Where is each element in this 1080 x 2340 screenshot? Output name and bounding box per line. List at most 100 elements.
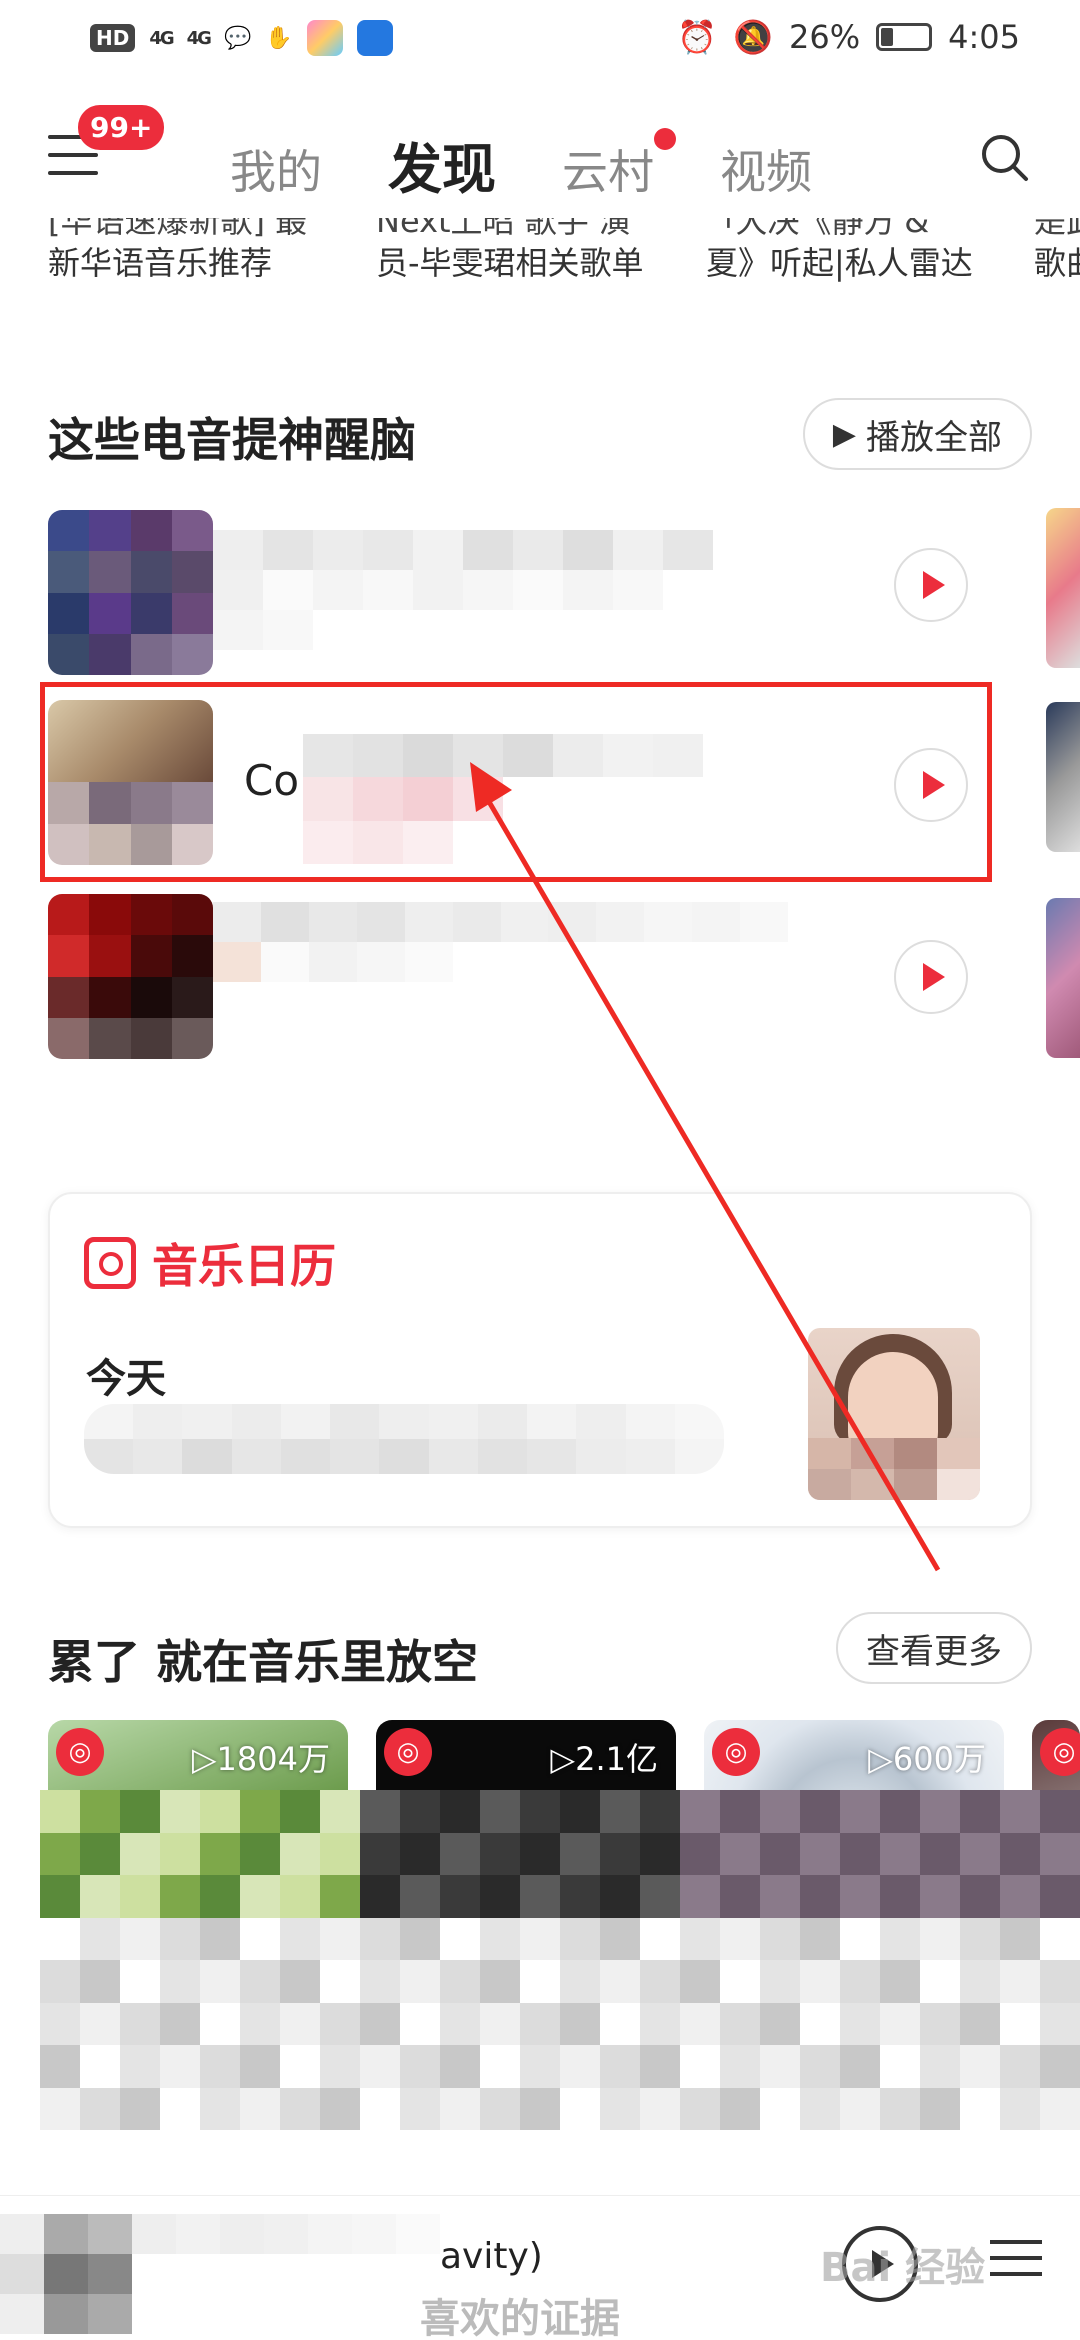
blur-tile: [1040, 1917, 1080, 1960]
search-icon[interactable]: [980, 133, 1030, 183]
blur-tile: [960, 2087, 1000, 2130]
blur-tile: [760, 2087, 800, 2130]
blur-tile: [320, 2087, 360, 2130]
blur-tile: [520, 1875, 560, 1918]
blur-tile: [200, 1917, 240, 1960]
blur-tile: [560, 2045, 600, 2088]
blur-tile: [400, 2087, 440, 2130]
blur-tile: [240, 2002, 280, 2045]
blur-tile: [280, 2087, 320, 2130]
blur-tile: [400, 1917, 440, 1960]
blur-tile: [600, 1917, 640, 1960]
blur-tile: [440, 2002, 480, 2045]
see-more-label: 查看更多: [866, 1631, 1002, 1672]
blur-tile: [520, 1917, 560, 1960]
tab-discover[interactable]: 发现: [388, 125, 496, 204]
blur-tile: [560, 1790, 600, 1833]
calendar-title: 音乐日历: [152, 1239, 336, 1293]
blurred-song-info: [213, 902, 788, 1022]
song-play-button[interactable]: [894, 940, 968, 1014]
blur-tile: [680, 1960, 720, 2003]
blur-tile: [40, 1917, 80, 1960]
tab-village[interactable]: 云村: [562, 128, 676, 202]
blur-tile: [960, 1960, 1000, 2003]
blur-tile: [760, 1960, 800, 2003]
playlist-caption[interactable]: Next上昭 歌手 演 员-毕雯珺相关歌单: [376, 218, 644, 284]
next-column-cover[interactable]: [1046, 508, 1080, 668]
blur-tile: [280, 1832, 320, 1875]
music-calendar-card[interactable]: 音乐日历 今天: [48, 1192, 1032, 1528]
blur-tile: [160, 2045, 200, 2088]
status-left: HD 4G 4G 💬 ✋: [90, 20, 393, 56]
song-row[interactable]: [48, 892, 1008, 1059]
battery-icon: [876, 23, 933, 51]
blur-tile: [880, 2002, 920, 2045]
blur-tile: [1000, 1875, 1040, 1918]
playlist-caption[interactable]: 是此 歌曲: [1034, 218, 1080, 284]
blur-tile: [760, 1917, 800, 1960]
app-notification-icon-2: [356, 20, 393, 56]
blur-tile: [80, 1832, 120, 1875]
blur-tile: [480, 1832, 520, 1875]
blur-tile: [320, 2002, 360, 2045]
play-count: ▷2.1亿: [550, 1740, 658, 1778]
blur-tile: [720, 2002, 760, 2045]
blur-tile: [800, 1790, 840, 1833]
blur-tile: [960, 1875, 1000, 1918]
play-all-button[interactable]: ▶ 播放全部: [802, 398, 1032, 470]
blur-tile: [320, 1960, 360, 2003]
blur-tile: [560, 1875, 600, 1918]
blur-tile: [160, 1790, 200, 1833]
blur-tile: [440, 1875, 480, 1918]
blur-tile: [400, 1832, 440, 1875]
blur-tile: [120, 1790, 160, 1833]
next-column-cover[interactable]: [1046, 898, 1080, 1058]
song-play-button[interactable]: [894, 548, 968, 622]
play-icon: [923, 963, 945, 991]
calendar-artist-image[interactable]: [808, 1328, 980, 1500]
app-notification-icon: [306, 20, 343, 56]
blur-tile: [240, 2045, 280, 2088]
playlist-caption[interactable]: [华语速爆新歌] 最 新华语音乐推荐: [48, 218, 307, 284]
tab-video[interactable]: 视频: [720, 136, 812, 202]
blur-tile: [760, 2045, 800, 2088]
blur-tile: [400, 1960, 440, 2003]
blur-tile: [480, 2087, 520, 2130]
blur-tile: [440, 2087, 480, 2130]
blur-tile: [920, 2045, 960, 2088]
blur-tile: [1000, 1832, 1040, 1875]
blur-tile: [520, 1960, 560, 2003]
blur-tile: [80, 2002, 120, 2045]
blurred-calendar-text: [84, 1404, 724, 1474]
playlist-queue-icon[interactable]: [990, 2240, 1042, 2284]
blur-tile: [520, 2045, 560, 2088]
blur-tile: [880, 1960, 920, 2003]
next-column-cover[interactable]: [1046, 702, 1080, 852]
status-bar: HD 4G 4G 💬 ✋ ⏰ 🔕 26% 4:05: [0, 0, 1080, 80]
playlist-caption[interactable]: ㄱ大决《静方'& 夏》听起|私人雷达: [706, 218, 973, 284]
blur-tile: [920, 1917, 960, 1960]
blur-tile: [200, 2002, 240, 2045]
blur-tile: [240, 1832, 280, 1875]
calendar-icon: [84, 1237, 136, 1289]
section-title-relax: 累了 就在音乐里放空: [48, 1635, 479, 1689]
blur-tile: [920, 1832, 960, 1875]
blur-tile: [360, 1917, 400, 1960]
netease-logo-icon: ◎: [384, 1728, 432, 1776]
blur-tile: [1040, 2045, 1080, 2088]
blur-tile: [600, 1875, 640, 1918]
blur-tile: [840, 2087, 880, 2130]
blur-tile: [720, 1832, 760, 1875]
blur-tile: [840, 1875, 880, 1918]
section-title-edm: 这些电音提神醒脑: [48, 413, 416, 467]
see-more-button[interactable]: 查看更多: [836, 1612, 1032, 1684]
blur-tile: [600, 1960, 640, 2003]
blur-tile: [640, 2045, 680, 2088]
blur-tile: [120, 1832, 160, 1875]
tab-mine[interactable]: 我的: [230, 136, 322, 202]
blur-tile: [480, 2002, 520, 2045]
song-row[interactable]: [48, 500, 1008, 675]
blur-tile: [160, 1875, 200, 1918]
blur-tile: [1040, 1832, 1080, 1875]
blur-tile: [360, 2087, 400, 2130]
